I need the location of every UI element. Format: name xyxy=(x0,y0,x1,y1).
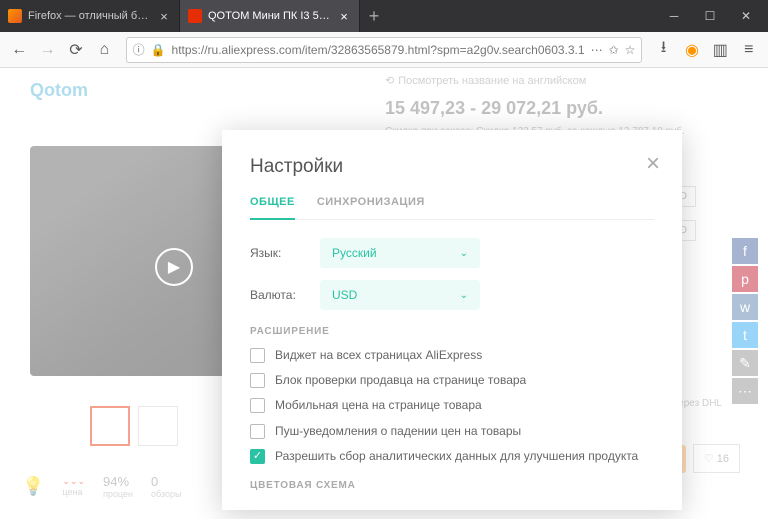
download-icon[interactable]: ⭳ xyxy=(650,36,676,64)
more-icon[interactable]: ⋯ xyxy=(591,43,603,57)
window-controls: ─ ☐ ✕ xyxy=(656,0,768,32)
tab-title: Firefox — отличный браузер xyxy=(28,10,151,22)
info-icon[interactable]: ⓘ xyxy=(133,41,145,58)
maximize-button[interactable]: ☐ xyxy=(692,0,728,32)
section-color-scheme: ЦВЕТОВАЯ СХЕМА xyxy=(250,480,654,491)
translate-link[interactable]: ⟲Посмотреть название на английском xyxy=(385,74,586,87)
section-extension: РАСШИРЕНИЕ xyxy=(250,326,654,337)
settings-modal: Настройки × ОБЩЕЕ СИНХРОНИЗАЦИЯ Язык: Ру… xyxy=(222,130,682,510)
social-sidebar: f p w t ✎ ⋯ xyxy=(732,238,758,404)
library-icon[interactable]: ▥ xyxy=(707,36,733,64)
facebook-icon[interactable]: f xyxy=(732,238,758,264)
checkbox-checked-icon: ✓ xyxy=(250,449,265,464)
close-icon[interactable]: × xyxy=(157,9,171,23)
modal-body: Язык: Русский ⌄ Валюта: USD ⌄ РАСШИРЕНИЕ… xyxy=(250,220,654,510)
price-range: 15 497,23 - 29 072,21 руб. xyxy=(385,98,603,119)
vk-icon[interactable]: w xyxy=(732,294,758,320)
modal-title: Настройки xyxy=(250,156,654,178)
brand-logo: Qotom xyxy=(30,80,88,101)
close-icon[interactable]: × xyxy=(646,152,660,176)
checkbox-icon xyxy=(250,373,265,388)
wishlist-button[interactable]: ♡ 16 xyxy=(693,444,740,473)
home-button[interactable]: ⌂ xyxy=(91,36,117,64)
lightbulb-icon[interactable]: 💡 xyxy=(22,476,44,497)
bookmark-icon[interactable]: ☆ xyxy=(625,43,636,57)
reviews-stat: 0обзоры xyxy=(151,474,181,499)
tab-general[interactable]: ОБЩЕЕ xyxy=(250,196,295,220)
reader-icon[interactable]: ✩ xyxy=(609,43,619,57)
currency-value: USD xyxy=(332,288,357,302)
tab-aliexpress[interactable]: QOTOM Мини ПК I3 5005U оф × xyxy=(180,0,360,32)
browser-toolbar: ← → ⟳ ⌂ ⓘ 🔒 https://ru.aliexpress.com/it… xyxy=(0,32,768,68)
extension-icon[interactable]: ◉ xyxy=(679,36,705,64)
url-text: https://ru.aliexpress.com/item/328635658… xyxy=(172,43,585,57)
checkbox-analytics[interactable]: ✓Разрешить сбор аналитических данных для… xyxy=(250,448,654,464)
twitter-icon[interactable]: t xyxy=(732,322,758,348)
checkbox-icon xyxy=(250,424,265,439)
new-tab-button[interactable]: + xyxy=(360,0,388,32)
currency-row: Валюта: USD ⌄ xyxy=(250,280,654,310)
rating-stat: 94%процен xyxy=(103,474,133,499)
thumbnail-list xyxy=(90,406,178,446)
checkbox-push[interactable]: Пуш-уведомления о падении цен на товары xyxy=(250,423,654,439)
language-label: Язык: xyxy=(250,246,320,260)
language-select[interactable]: Русский ⌄ xyxy=(320,238,480,268)
thumbnail[interactable] xyxy=(138,406,178,446)
minimize-button[interactable]: ─ xyxy=(656,0,692,32)
checkbox-icon xyxy=(250,348,265,363)
chevron-down-icon: ⌄ xyxy=(460,290,468,301)
more-social-icon[interactable]: ⋯ xyxy=(732,378,758,404)
address-bar[interactable]: ⓘ 🔒 https://ru.aliexpress.com/item/32863… xyxy=(126,37,643,63)
aliexpress-icon xyxy=(188,9,202,23)
chevron-down-icon: ⌄ xyxy=(460,248,468,259)
checkbox-mobile-price[interactable]: Мобильная цена на странице товара xyxy=(250,397,654,413)
close-icon[interactable]: × xyxy=(337,9,351,23)
lock-icon: 🔒 xyxy=(151,43,166,57)
firefox-icon xyxy=(8,9,22,23)
pinterest-icon[interactable]: p xyxy=(732,266,758,292)
modal-tabs: ОБЩЕЕ СИНХРОНИЗАЦИЯ xyxy=(250,196,654,220)
currency-label: Валюта: xyxy=(250,288,320,302)
bottom-bar: 💡 ⌄⌄⌄цена 94%процен 0обзоры xyxy=(22,474,181,499)
forward-button[interactable]: → xyxy=(34,36,60,64)
language-row: Язык: Русский ⌄ xyxy=(250,238,654,268)
checkbox-seller-block[interactable]: Блок проверки продавца на странице товар… xyxy=(250,372,654,388)
window-titlebar: Firefox — отличный браузер × QOTOM Мини … xyxy=(0,0,768,32)
thumbnail[interactable] xyxy=(90,406,130,446)
menu-icon[interactable]: ≡ xyxy=(736,36,762,64)
edit-icon[interactable]: ✎ xyxy=(732,350,758,376)
price-stat: ⌄⌄⌄цена xyxy=(62,476,85,497)
currency-select[interactable]: USD ⌄ xyxy=(320,280,480,310)
tab-title: QOTOM Мини ПК I3 5005U оф xyxy=(208,10,331,22)
back-button[interactable]: ← xyxy=(6,36,32,64)
checkbox-icon xyxy=(250,398,265,413)
close-button[interactable]: ✕ xyxy=(728,0,764,32)
reload-button[interactable]: ⟳ xyxy=(63,36,89,64)
language-value: Русский xyxy=(332,246,377,260)
tab-firefox[interactable]: Firefox — отличный браузер × xyxy=(0,0,180,32)
tab-sync[interactable]: СИНХРОНИЗАЦИЯ xyxy=(317,196,425,219)
play-icon[interactable]: ▶ xyxy=(155,248,193,286)
checkbox-widget[interactable]: Виджет на всех страницах AliExpress xyxy=(250,347,654,363)
browser-tabs: Firefox — отличный браузер × QOTOM Мини … xyxy=(0,0,656,32)
